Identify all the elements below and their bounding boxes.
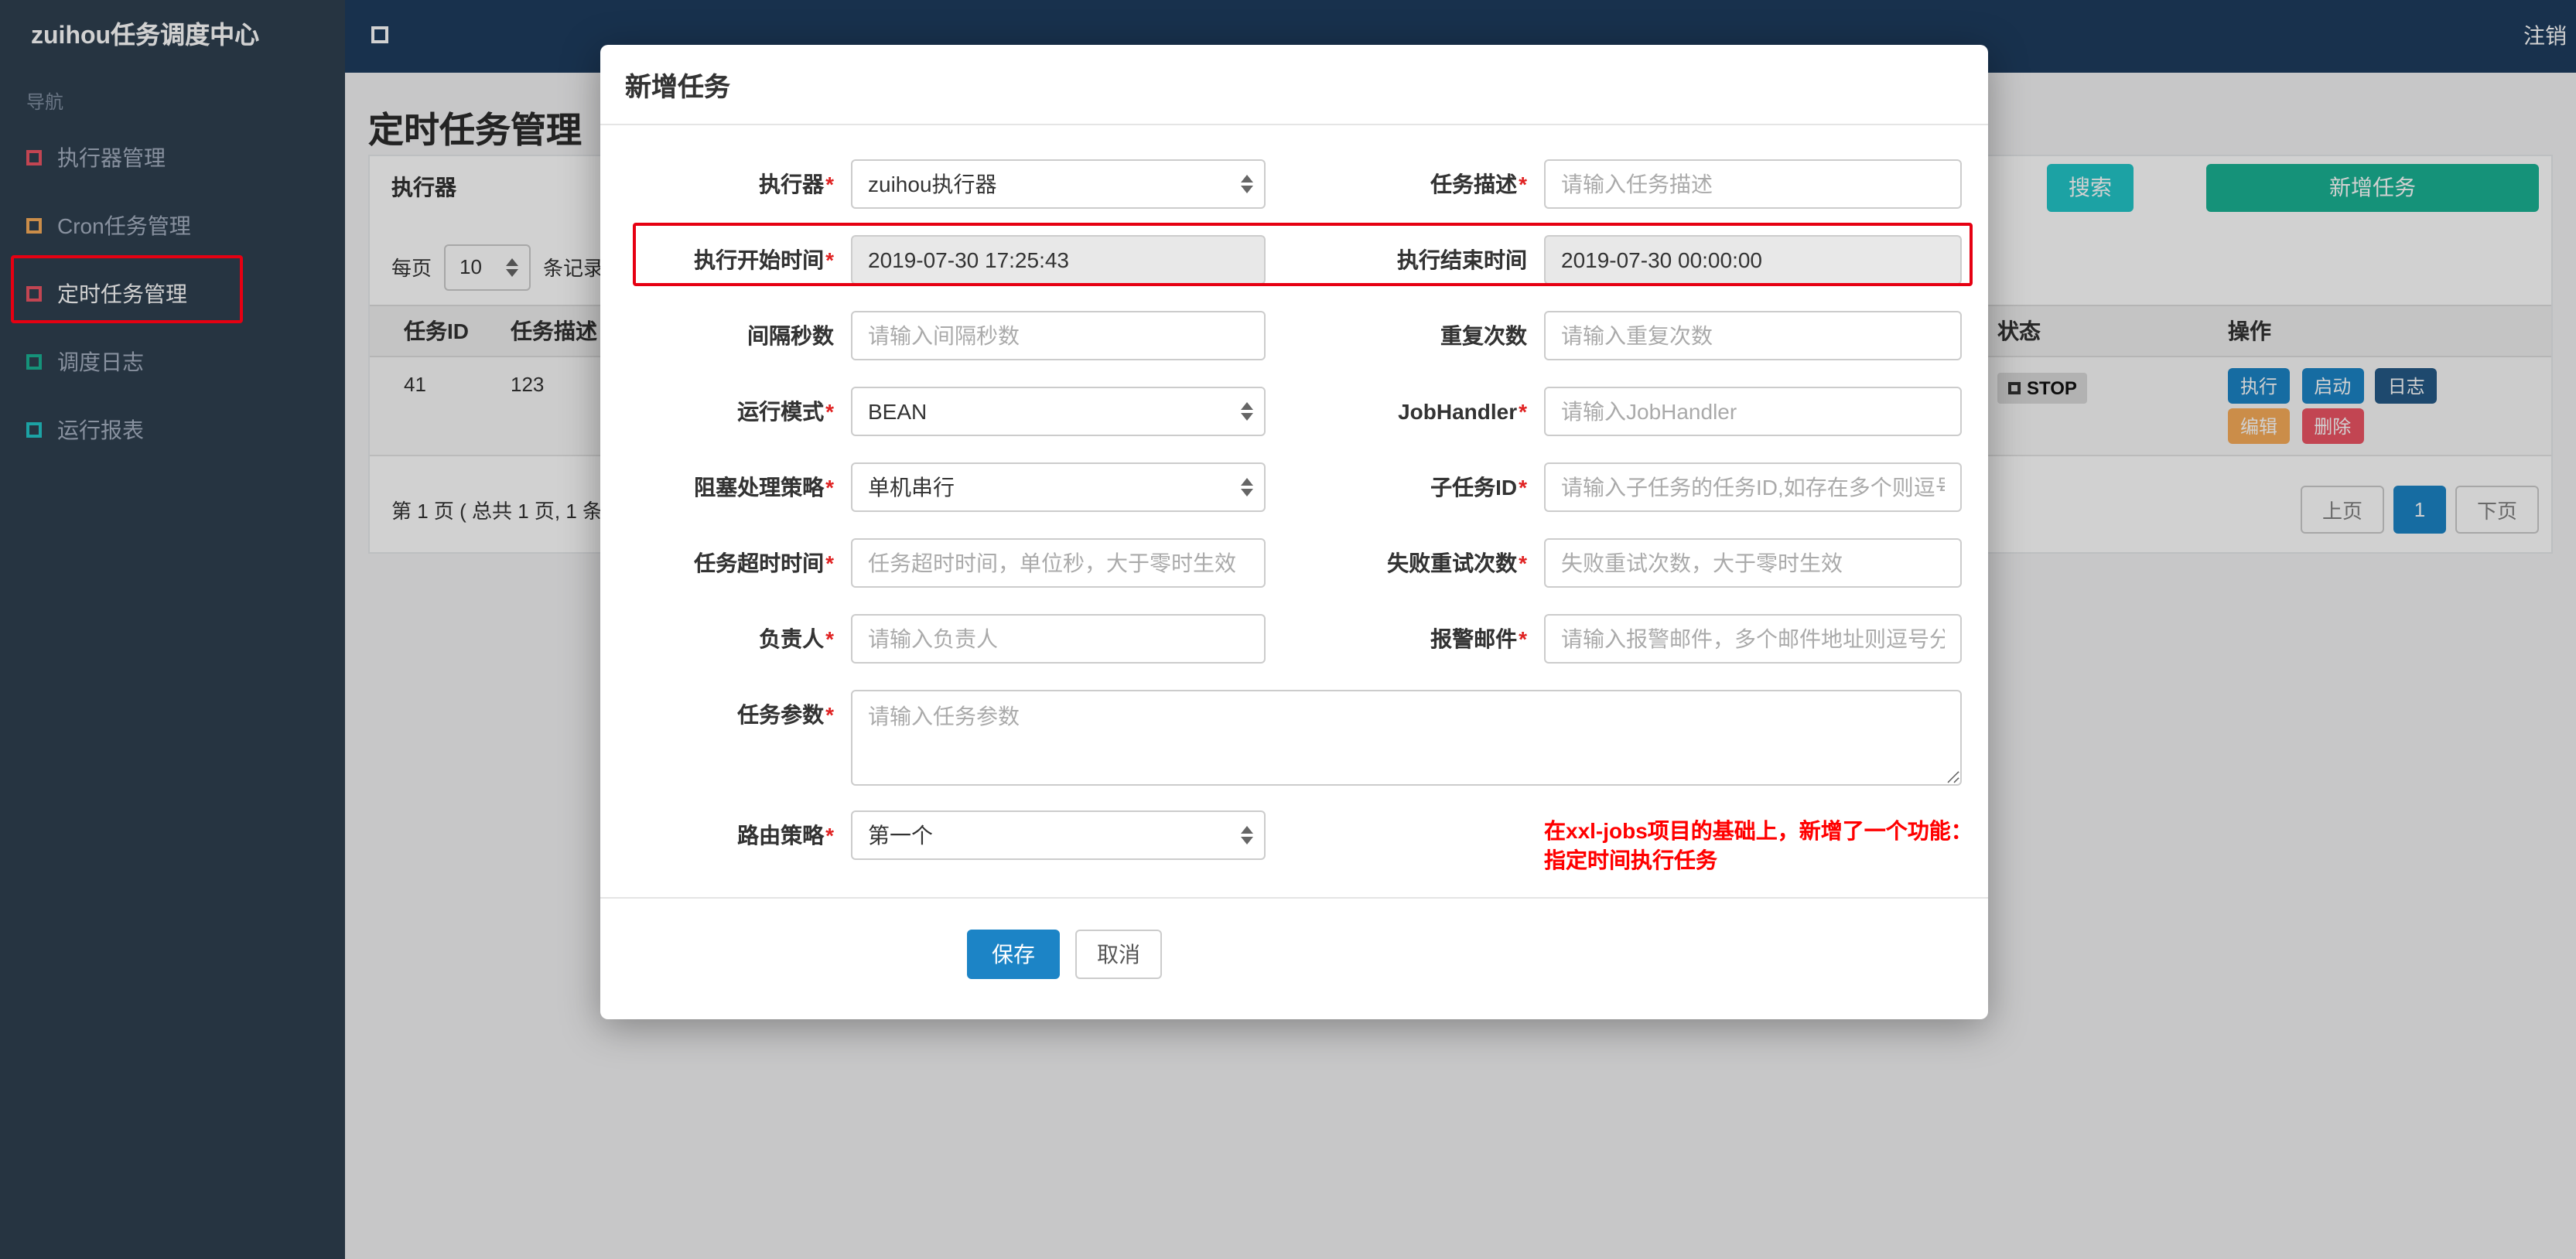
fail-retry-input[interactable]	[1544, 538, 1962, 588]
repeat-count-label: 重复次数	[1440, 323, 1527, 348]
alarm-email-label: 报警邮件 *	[1430, 626, 1527, 651]
timeout-label: 任务超时时间 *	[694, 551, 834, 575]
select-arrows-icon	[1241, 826, 1253, 844]
executor-select[interactable]: zuihou执行器	[851, 159, 1266, 209]
app-root: zuihou任务调度中心 注销 导航 执行器管理 Cron任务管理 定时任务管理…	[0, 0, 2576, 1259]
interval-input[interactable]	[851, 311, 1266, 360]
route-strategy-label: 路由策略 *	[737, 823, 834, 848]
select-arrows-icon	[1241, 175, 1253, 193]
interval-label: 间隔秒数	[747, 323, 834, 348]
block-strategy-label: 阻塞处理策略 *	[694, 475, 834, 500]
feature-note: 在xxl-jobs项目的基础上，新增了一个功能： 指定时间执行任务	[1544, 818, 1973, 872]
glue-type-select[interactable]: BEAN	[851, 387, 1266, 436]
glue-type-label: 运行模式 *	[737, 399, 834, 424]
job-param-label: 任务参数 *	[737, 702, 834, 727]
job-desc-label: 任务描述 *	[1430, 172, 1527, 196]
executor-label: 执行器 *	[759, 172, 834, 196]
executor-select-value: zuihou执行器	[868, 172, 997, 196]
child-job-input[interactable]	[1544, 462, 1962, 512]
job-param-textarea[interactable]	[851, 690, 1962, 786]
modal-footer: 保存 取消	[600, 899, 1988, 979]
start-time-label: 执行开始时间 *	[694, 247, 834, 272]
route-strategy-select-value: 第一个	[868, 823, 933, 848]
block-strategy-select-value: 单机串行	[868, 475, 955, 500]
select-arrows-icon	[1241, 478, 1253, 496]
child-job-label: 子任务ID *	[1430, 475, 1527, 500]
fail-retry-label: 失败重试次数 *	[1387, 551, 1527, 575]
select-arrows-icon	[1241, 402, 1253, 421]
route-strategy-select[interactable]: 第一个	[851, 810, 1266, 860]
start-time-input[interactable]	[851, 235, 1266, 285]
repeat-count-input[interactable]	[1544, 311, 1962, 360]
job-desc-input[interactable]	[1544, 159, 1962, 209]
timeout-input[interactable]	[851, 538, 1266, 588]
cancel-button[interactable]: 取消	[1075, 930, 1162, 979]
add-job-modal: 新增任务 执行器* zuihou执行器 任务描述* 执行开始时间* 执行结束时间…	[600, 45, 1988, 1019]
modal-title: 新增任务	[600, 45, 1988, 125]
glue-type-select-value: BEAN	[868, 399, 928, 424]
end-time-input[interactable]	[1544, 235, 1962, 285]
alarm-email-input[interactable]	[1544, 614, 1962, 664]
job-handler-input[interactable]	[1544, 387, 1962, 436]
save-button[interactable]: 保存	[967, 930, 1060, 979]
author-input[interactable]	[851, 614, 1266, 664]
end-time-label: 执行结束时间	[1397, 247, 1527, 272]
job-handler-label: JobHandler *	[1398, 399, 1527, 424]
block-strategy-select[interactable]: 单机串行	[851, 462, 1266, 512]
add-job-form: 执行器* zuihou执行器 任务描述* 执行开始时间* 执行结束时间 间隔秒数…	[600, 125, 1988, 872]
author-label: 负责人 *	[759, 626, 834, 651]
